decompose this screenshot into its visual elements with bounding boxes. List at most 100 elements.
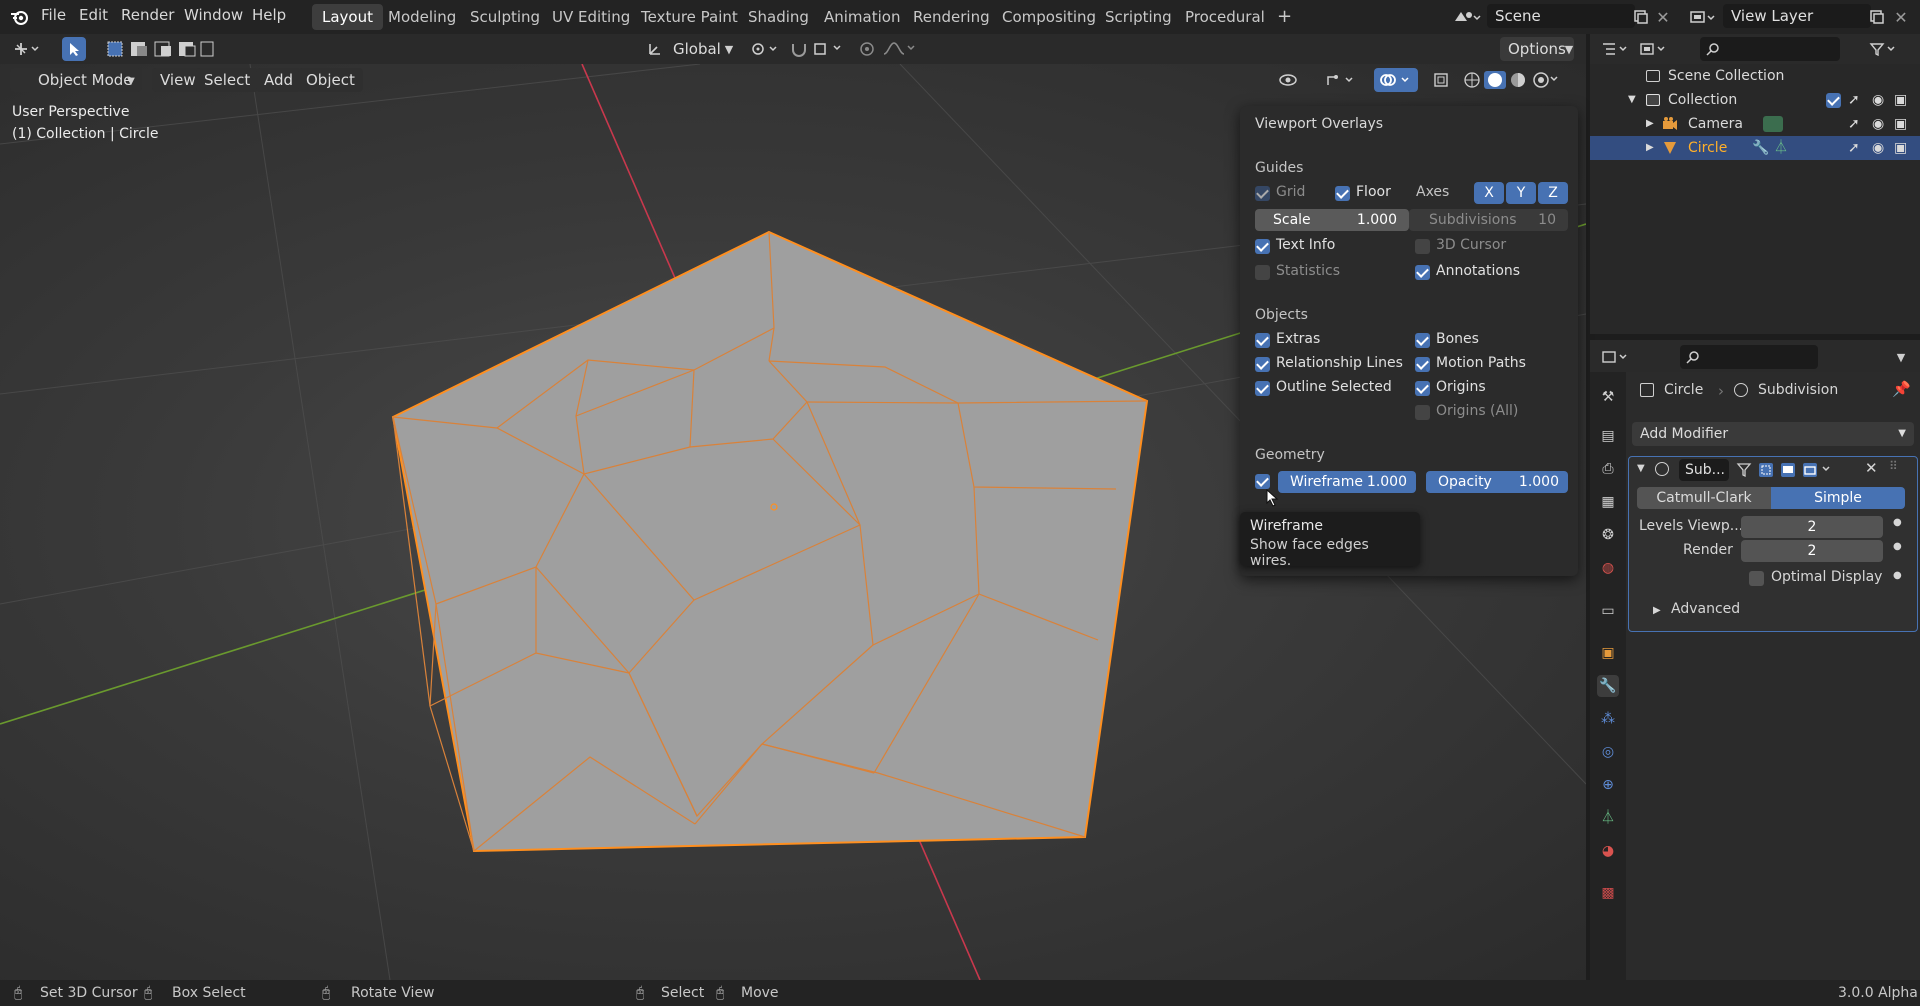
collapse-arrow-icon[interactable]: ▼ (1637, 463, 1645, 474)
tab-uv-editing[interactable]: UV Editing (542, 4, 640, 30)
selectable-icon[interactable]: ➚ (1848, 88, 1860, 112)
scene-icon[interactable] (1450, 6, 1484, 28)
scene-field[interactable]: Scene (1487, 4, 1635, 28)
tab-procedural[interactable]: Procedural (1175, 4, 1275, 30)
texture-tab-icon[interactable]: ▩ (1597, 882, 1619, 904)
shading-mode-icons[interactable] (1460, 68, 1560, 92)
pivot-point-icon[interactable] (748, 37, 782, 61)
3d-cursor-checkbox[interactable] (1415, 239, 1430, 254)
tab-modeling[interactable]: Modeling (378, 4, 466, 30)
tool-tab-icon[interactable]: ⚒ (1597, 386, 1619, 408)
view-layer-field[interactable]: View Layer (1723, 4, 1871, 28)
new-view-layer-icon[interactable] (1866, 6, 1888, 28)
wireframe-slider[interactable]: Wireframe 1.000 (1278, 471, 1416, 493)
tab-animation[interactable]: Animation (814, 4, 910, 30)
floor-checkbox[interactable] (1335, 186, 1350, 201)
material-tab-icon[interactable]: ◕ (1597, 840, 1619, 862)
selectable-icon[interactable]: ➚ (1848, 136, 1860, 160)
grid-checkbox[interactable] (1255, 186, 1270, 201)
orientation-dropdown[interactable]: Global (665, 37, 729, 61)
tab-sculpting[interactable]: Sculpting (460, 4, 550, 30)
mode-dropdown[interactable]: Object Mode (10, 68, 142, 92)
camera-render-icon[interactable]: ▣ (1894, 88, 1907, 112)
blender-logo-icon[interactable] (8, 6, 30, 28)
pin-icon[interactable]: 📌 (1892, 380, 1911, 398)
properties-options-chevron-icon[interactable]: ▼ (1890, 346, 1912, 368)
origins-checkbox[interactable] (1415, 381, 1430, 396)
keyframe-dot-icon[interactable]: ● (1893, 541, 1902, 552)
wireframe-checkbox[interactable] (1255, 474, 1270, 489)
expand-arrow-icon[interactable]: ▼ (1628, 88, 1636, 112)
tab-rendering[interactable]: Rendering (903, 4, 1000, 30)
extras-checkbox[interactable] (1255, 333, 1270, 348)
camera-render-icon[interactable]: ▣ (1894, 136, 1907, 160)
axis-y-toggle[interactable]: Y (1506, 182, 1536, 204)
origins-all-checkbox[interactable] (1415, 405, 1430, 420)
advanced-expand-icon[interactable]: ▶ (1653, 605, 1661, 616)
motion-paths-checkbox[interactable] (1415, 357, 1430, 372)
scene-tab-icon[interactable]: ❂ (1597, 524, 1619, 546)
axis-z-toggle[interactable]: Z (1538, 182, 1568, 204)
editor-type-icon[interactable] (10, 37, 46, 61)
transform-orientation-icon[interactable] (645, 37, 665, 61)
drag-handle-icon[interactable]: ⠿ (1889, 459, 1898, 473)
tab-shading[interactable]: Shading (738, 4, 819, 30)
catmull-clark-button[interactable]: Catmull-Clark (1637, 487, 1771, 509)
filter-icon[interactable] (1866, 38, 1902, 60)
tab-layout[interactable]: Layout (312, 4, 383, 30)
menu-window[interactable]: Window (184, 6, 243, 24)
relationship-lines-checkbox[interactable] (1255, 357, 1270, 372)
delete-scene-icon[interactable]: ✕ (1652, 6, 1674, 28)
statistics-checkbox[interactable] (1255, 265, 1270, 280)
tab-scripting[interactable]: Scripting (1095, 4, 1182, 30)
object-tab-icon[interactable]: ▣ (1597, 642, 1619, 664)
scale-field[interactable]: Scale 1.000 (1255, 209, 1409, 231)
data-tab-icon[interactable]: ⏃ (1597, 807, 1619, 829)
bones-checkbox[interactable] (1415, 333, 1430, 348)
eye-icon[interactable]: ◉ (1872, 88, 1884, 112)
add-modifier-dropdown[interactable]: Add Modifier ▼ (1632, 422, 1914, 446)
menu-render[interactable]: Render (121, 6, 174, 24)
selectable-icon[interactable]: ➚ (1848, 112, 1860, 136)
proportional-editing-icon[interactable] (858, 37, 918, 61)
display-mode-icon[interactable] (1636, 38, 1672, 60)
outline-selected-checkbox[interactable] (1255, 381, 1270, 396)
opacity-slider[interactable]: Opacity 1.000 (1426, 471, 1568, 493)
modifier-tab-icon[interactable]: 🔧 (1597, 675, 1619, 697)
camera-data-icon[interactable] (1763, 116, 1783, 132)
modifier-display-toggles[interactable] (1735, 460, 1835, 480)
menu-select[interactable]: Select (196, 68, 259, 92)
tab-texture-paint[interactable]: Texture Paint (631, 4, 748, 30)
menu-edit[interactable]: Edit (79, 6, 108, 24)
keyframe-dot-icon[interactable]: ● (1893, 517, 1902, 528)
delete-view-layer-icon[interactable]: ✕ (1890, 6, 1912, 28)
axis-x-toggle[interactable]: X (1474, 182, 1504, 204)
outliner-collection[interactable]: ▼ Collection ➚ ◉ ▣ (1590, 88, 1920, 112)
expand-arrow-icon[interactable]: ▶ (1646, 112, 1654, 136)
render-levels-field[interactable]: 2 (1741, 540, 1883, 562)
outliner-editor-type-icon[interactable] (1598, 38, 1634, 60)
add-workspace-button[interactable]: + (1267, 4, 1302, 30)
subdivisions-field[interactable]: Subdivisions 10 (1409, 209, 1568, 231)
select-tool-icon[interactable] (62, 37, 86, 61)
levels-viewport-field[interactable]: 2 (1741, 516, 1883, 538)
new-scene-icon[interactable] (1630, 6, 1652, 28)
expand-arrow-icon[interactable]: ▶ (1646, 136, 1654, 160)
collection-tab-icon[interactable]: ▭ (1597, 600, 1619, 622)
visibility-icon[interactable] (1277, 68, 1299, 92)
advanced-panel-header[interactable]: Advanced (1671, 601, 1740, 617)
menu-add[interactable]: Add (256, 68, 302, 92)
modifier-name-field[interactable]: Sub... (1679, 459, 1729, 481)
world-tab-icon[interactable]: ◍ (1597, 557, 1619, 579)
selection-mode-icons[interactable] (105, 37, 215, 61)
physics-tab-icon[interactable]: ◎ (1597, 741, 1619, 763)
close-modifier-icon[interactable]: ✕ (1865, 459, 1878, 477)
menu-file[interactable]: File (41, 6, 66, 24)
outliner-scene-collection[interactable]: Scene Collection (1590, 64, 1920, 88)
collection-exclude-checkbox[interactable] (1826, 93, 1841, 108)
xray-icon[interactable] (1430, 68, 1452, 92)
gizmo-icon[interactable] (1322, 68, 1360, 92)
modifier-wrench-icon[interactable]: 🔧 (1752, 136, 1769, 160)
mesh-data-icon[interactable]: ⏃ (1774, 136, 1788, 160)
text-info-checkbox[interactable] (1255, 239, 1270, 254)
